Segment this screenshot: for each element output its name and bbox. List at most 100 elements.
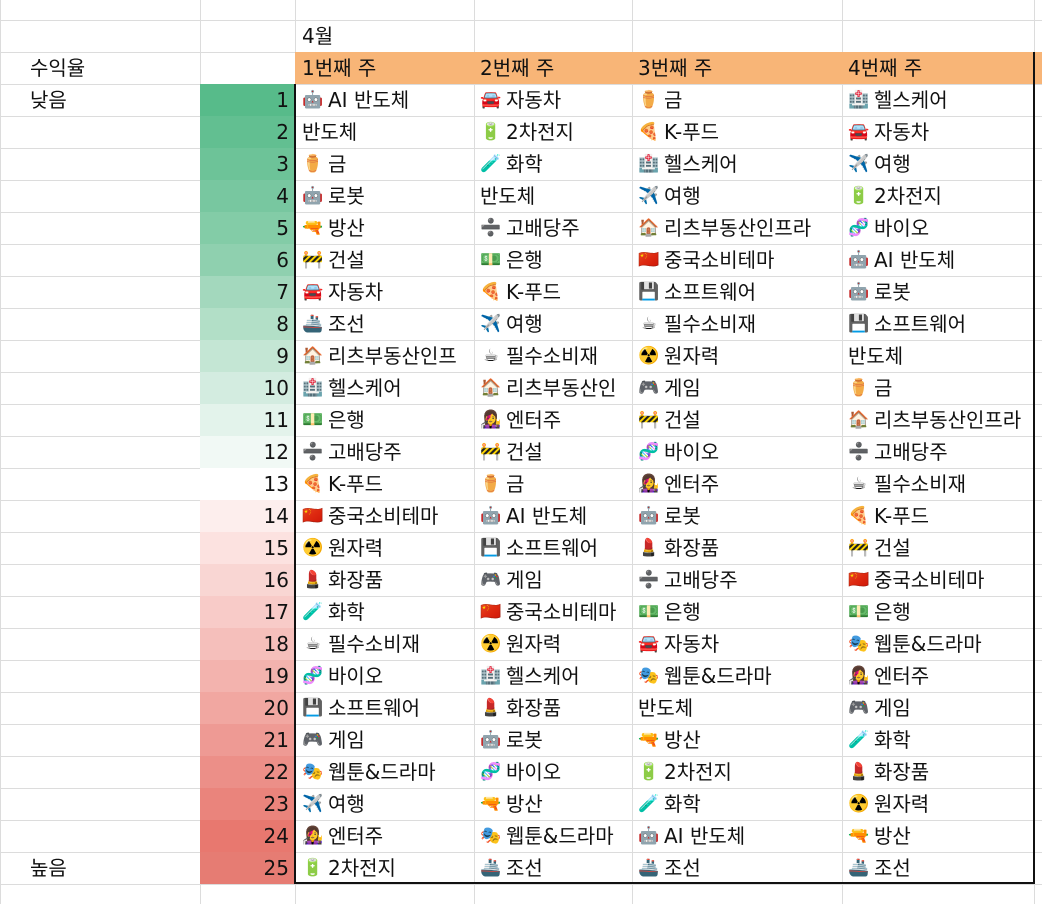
rank-cell[interactable]: 1 [200, 84, 295, 116]
sector-cell[interactable]: 💄 화장품 [842, 756, 1038, 788]
sector-cell[interactable]: 🚘 자동차 [842, 116, 1038, 148]
sector-cell[interactable]: 🎭 웹툰&드라마 [632, 660, 842, 692]
sector-cell[interactable]: 🎭 웹툰&드라마 [842, 628, 1038, 660]
sector-cell[interactable]: 🎭 웹툰&드라마 [474, 820, 632, 852]
sector-cell[interactable]: 💵 은행 [842, 596, 1038, 628]
sector-cell[interactable]: 💵 은행 [632, 596, 842, 628]
sector-cell[interactable]: 🤖 로봇 [474, 724, 632, 756]
sector-cell[interactable]: 👩‍🎤 엔터주 [632, 468, 842, 500]
sector-cell[interactable]: ✈️ 여행 [842, 148, 1038, 180]
sector-cell[interactable]: 🚢 조선 [842, 852, 1038, 884]
sector-cell[interactable]: 🔋 2차전지 [842, 180, 1038, 212]
rank-cell[interactable]: 6 [200, 244, 295, 276]
rank-cell[interactable]: 15 [200, 532, 295, 564]
sector-cell[interactable]: 🏠 리츠부동산인프라 [842, 404, 1038, 436]
sector-cell[interactable]: ✈️ 여행 [632, 180, 842, 212]
sector-cell[interactable]: 👩‍🎤 엔터주 [296, 820, 474, 852]
rank-cell[interactable]: 12 [200, 436, 295, 468]
rank-cell[interactable]: 19 [200, 660, 295, 692]
sector-cell[interactable]: 🇨🇳 중국소비테마 [474, 596, 632, 628]
label-header[interactable]: 수익율 [0, 52, 200, 84]
sector-cell[interactable]: 🔋 2차전지 [474, 116, 632, 148]
sector-cell[interactable]: 🏥 헬스케어 [842, 84, 1038, 116]
sector-cell[interactable]: 🚘 자동차 [474, 84, 632, 116]
sector-cell[interactable]: 🎮 게임 [842, 692, 1038, 724]
rank-cell[interactable]: 24 [200, 820, 295, 852]
sector-cell[interactable]: 🏥 헬스케어 [296, 372, 474, 404]
sector-cell[interactable]: 🍕 K-푸드 [632, 116, 842, 148]
week-header-2[interactable]: 2번째 주 [474, 52, 632, 84]
rank-cell[interactable]: 18 [200, 628, 295, 660]
sector-cell[interactable]: 💄 화장품 [296, 564, 474, 596]
week-header-1[interactable]: 1번째 주 [296, 52, 474, 84]
sector-cell[interactable]: 🏠 리츠부동산인프라 [632, 212, 842, 244]
sector-cell[interactable]: 💄 화장품 [632, 532, 842, 564]
sector-cell[interactable]: 🧬 바이오 [296, 660, 474, 692]
sector-cell[interactable]: 🎮 게임 [632, 372, 842, 404]
rank-cell[interactable]: 20 [200, 692, 295, 724]
sector-cell[interactable]: ⚱️ 금 [632, 84, 842, 116]
sector-cell[interactable]: 🚢 조선 [474, 852, 632, 884]
rank-cell[interactable]: 8 [200, 308, 295, 340]
rank-cell[interactable]: 13 [200, 468, 295, 500]
sector-cell[interactable]: 🚘 자동차 [632, 628, 842, 660]
sector-cell[interactable]: 🔫 방산 [296, 212, 474, 244]
sector-cell[interactable]: 🍕 K-푸드 [474, 276, 632, 308]
sector-cell[interactable]: 🧪 화학 [632, 788, 842, 820]
sector-cell[interactable]: 🤖 로봇 [842, 276, 1038, 308]
sector-cell[interactable]: 🇨🇳 중국소비테마 [296, 500, 474, 532]
month-label[interactable]: 4월 [296, 20, 476, 52]
sector-cell[interactable]: ✈️ 여행 [296, 788, 474, 820]
label-low[interactable]: 낮음 [0, 84, 200, 116]
sector-cell[interactable]: ➗ 고배당주 [474, 212, 632, 244]
sector-cell[interactable]: 💾 소프트웨어 [632, 276, 842, 308]
sector-cell[interactable]: 🔫 방산 [474, 788, 632, 820]
sector-cell[interactable]: 반도체 [474, 180, 632, 212]
sector-cell[interactable]: 🍕 K-푸드 [296, 468, 474, 500]
sector-cell[interactable]: 🚧 건설 [842, 532, 1038, 564]
rank-cell[interactable]: 4 [200, 180, 295, 212]
sector-cell[interactable]: 🍕 K-푸드 [842, 500, 1038, 532]
sector-cell[interactable]: 💾 소프트웨어 [842, 308, 1038, 340]
rank-cell[interactable]: 22 [200, 756, 295, 788]
sector-cell[interactable]: 🚘 자동차 [296, 276, 474, 308]
rank-cell[interactable]: 14 [200, 500, 295, 532]
sector-cell[interactable]: 💵 은행 [474, 244, 632, 276]
rank-cell[interactable]: 9 [200, 340, 295, 372]
rank-cell[interactable]: 16 [200, 564, 295, 596]
sector-cell[interactable]: 🚧 건설 [296, 244, 474, 276]
sector-cell[interactable]: 🔋 2차전지 [632, 756, 842, 788]
label-high[interactable]: 높음 [0, 852, 200, 884]
sector-cell[interactable]: 🤖 AI 반도체 [842, 244, 1038, 276]
sector-cell[interactable]: 🏥 헬스케어 [474, 660, 632, 692]
sector-cell[interactable]: 🤖 AI 반도체 [632, 820, 842, 852]
sector-cell[interactable]: 🤖 로봇 [632, 500, 842, 532]
sector-cell[interactable]: ☕ 필수소비재 [474, 340, 632, 372]
rank-cell[interactable]: 2 [200, 116, 295, 148]
sector-cell[interactable]: 🔫 방산 [632, 724, 842, 756]
sector-cell[interactable]: 🧪 화학 [842, 724, 1038, 756]
sector-cell[interactable]: 🎮 게임 [296, 724, 474, 756]
rank-cell[interactable]: 25 [200, 852, 295, 884]
sector-cell[interactable]: 반도체 [842, 340, 1038, 372]
sector-cell[interactable]: 💄 화장품 [474, 692, 632, 724]
sector-cell[interactable]: 🎮 게임 [474, 564, 632, 596]
rank-cell[interactable]: 23 [200, 788, 295, 820]
rank-cell[interactable]: 10 [200, 372, 295, 404]
sector-cell[interactable]: 🤖 로봇 [296, 180, 474, 212]
sector-cell[interactable]: 🧬 바이오 [842, 212, 1038, 244]
sector-cell[interactable]: ☢️ 원자력 [842, 788, 1038, 820]
sector-cell[interactable]: 💾 소프트웨어 [296, 692, 474, 724]
sector-cell[interactable]: 👩‍🎤 엔터주 [842, 660, 1038, 692]
sector-cell[interactable]: 🔋 2차전지 [296, 852, 474, 884]
sector-cell[interactable]: 🏠 리츠부동산인 [474, 372, 632, 404]
sector-cell[interactable]: 🤖 AI 반도체 [474, 500, 632, 532]
sector-cell[interactable]: 🚧 건설 [632, 404, 842, 436]
rank-cell[interactable]: 5 [200, 212, 295, 244]
sector-cell[interactable]: 🚢 조선 [296, 308, 474, 340]
sector-cell[interactable]: 🇨🇳 중국소비테마 [632, 244, 842, 276]
sector-cell[interactable]: ☢️ 원자력 [296, 532, 474, 564]
sector-cell[interactable]: 🧪 화학 [296, 596, 474, 628]
sector-cell[interactable]: ☕ 필수소비재 [632, 308, 842, 340]
sector-cell[interactable]: 반도체 [296, 116, 474, 148]
